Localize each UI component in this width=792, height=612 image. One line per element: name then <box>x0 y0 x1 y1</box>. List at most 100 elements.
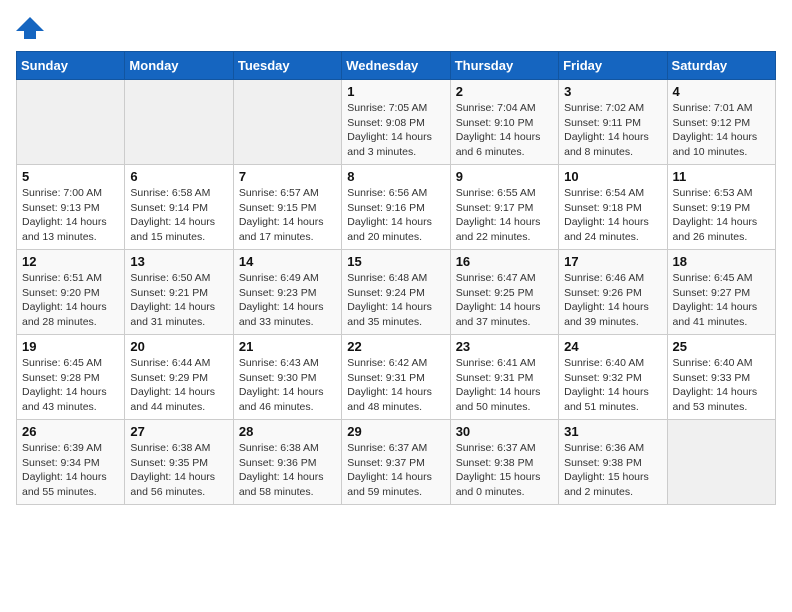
day-number: 23 <box>456 339 553 354</box>
day-info: Sunrise: 6:37 AMSunset: 9:38 PMDaylight:… <box>456 441 553 500</box>
weekday-monday: Monday <box>125 52 233 80</box>
calendar-cell: 7 Sunrise: 6:57 AMSunset: 9:15 PMDayligh… <box>233 165 341 250</box>
calendar-cell: 15 Sunrise: 6:48 AMSunset: 9:24 PMDaylig… <box>342 250 450 335</box>
day-info: Sunrise: 6:43 AMSunset: 9:30 PMDaylight:… <box>239 356 336 415</box>
day-number: 7 <box>239 169 336 184</box>
weekday-thursday: Thursday <box>450 52 558 80</box>
calendar-table: SundayMondayTuesdayWednesdayThursdayFrid… <box>16 51 776 505</box>
day-number: 11 <box>673 169 770 184</box>
day-info: Sunrise: 6:39 AMSunset: 9:34 PMDaylight:… <box>22 441 119 500</box>
day-number: 26 <box>22 424 119 439</box>
day-number: 9 <box>456 169 553 184</box>
calendar-cell: 11 Sunrise: 6:53 AMSunset: 9:19 PMDaylig… <box>667 165 775 250</box>
day-info: Sunrise: 7:05 AMSunset: 9:08 PMDaylight:… <box>347 101 444 160</box>
calendar-cell <box>667 420 775 505</box>
calendar-cell: 8 Sunrise: 6:56 AMSunset: 9:16 PMDayligh… <box>342 165 450 250</box>
day-number: 19 <box>22 339 119 354</box>
day-info: Sunrise: 6:45 AMSunset: 9:27 PMDaylight:… <box>673 271 770 330</box>
day-number: 1 <box>347 84 444 99</box>
calendar-cell: 17 Sunrise: 6:46 AMSunset: 9:26 PMDaylig… <box>559 250 667 335</box>
day-number: 29 <box>347 424 444 439</box>
weekday-wednesday: Wednesday <box>342 52 450 80</box>
weekday-friday: Friday <box>559 52 667 80</box>
day-info: Sunrise: 6:54 AMSunset: 9:18 PMDaylight:… <box>564 186 661 245</box>
day-number: 18 <box>673 254 770 269</box>
calendar-body: 1 Sunrise: 7:05 AMSunset: 9:08 PMDayligh… <box>17 80 776 505</box>
day-number: 15 <box>347 254 444 269</box>
day-number: 10 <box>564 169 661 184</box>
calendar-cell: 9 Sunrise: 6:55 AMSunset: 9:17 PMDayligh… <box>450 165 558 250</box>
day-info: Sunrise: 6:40 AMSunset: 9:33 PMDaylight:… <box>673 356 770 415</box>
day-info: Sunrise: 7:00 AMSunset: 9:13 PMDaylight:… <box>22 186 119 245</box>
calendar-cell: 6 Sunrise: 6:58 AMSunset: 9:14 PMDayligh… <box>125 165 233 250</box>
day-number: 3 <box>564 84 661 99</box>
calendar-cell: 18 Sunrise: 6:45 AMSunset: 9:27 PMDaylig… <box>667 250 775 335</box>
day-info: Sunrise: 6:55 AMSunset: 9:17 PMDaylight:… <box>456 186 553 245</box>
calendar-cell: 1 Sunrise: 7:05 AMSunset: 9:08 PMDayligh… <box>342 80 450 165</box>
calendar-cell: 21 Sunrise: 6:43 AMSunset: 9:30 PMDaylig… <box>233 335 341 420</box>
calendar-cell: 12 Sunrise: 6:51 AMSunset: 9:20 PMDaylig… <box>17 250 125 335</box>
logo <box>16 16 48 39</box>
day-info: Sunrise: 6:40 AMSunset: 9:32 PMDaylight:… <box>564 356 661 415</box>
day-info: Sunrise: 7:04 AMSunset: 9:10 PMDaylight:… <box>456 101 553 160</box>
day-number: 21 <box>239 339 336 354</box>
day-info: Sunrise: 7:01 AMSunset: 9:12 PMDaylight:… <box>673 101 770 160</box>
calendar-cell: 23 Sunrise: 6:41 AMSunset: 9:31 PMDaylig… <box>450 335 558 420</box>
calendar-cell: 24 Sunrise: 6:40 AMSunset: 9:32 PMDaylig… <box>559 335 667 420</box>
day-number: 24 <box>564 339 661 354</box>
calendar-cell: 28 Sunrise: 6:38 AMSunset: 9:36 PMDaylig… <box>233 420 341 505</box>
day-info: Sunrise: 6:56 AMSunset: 9:16 PMDaylight:… <box>347 186 444 245</box>
calendar-cell: 14 Sunrise: 6:49 AMSunset: 9:23 PMDaylig… <box>233 250 341 335</box>
day-number: 2 <box>456 84 553 99</box>
logo-icon <box>16 17 44 39</box>
calendar-cell <box>17 80 125 165</box>
day-number: 25 <box>673 339 770 354</box>
day-info: Sunrise: 6:37 AMSunset: 9:37 PMDaylight:… <box>347 441 444 500</box>
calendar-cell: 2 Sunrise: 7:04 AMSunset: 9:10 PMDayligh… <box>450 80 558 165</box>
day-info: Sunrise: 6:47 AMSunset: 9:25 PMDaylight:… <box>456 271 553 330</box>
day-number: 17 <box>564 254 661 269</box>
day-number: 12 <box>22 254 119 269</box>
week-row-5: 26 Sunrise: 6:39 AMSunset: 9:34 PMDaylig… <box>17 420 776 505</box>
day-number: 13 <box>130 254 227 269</box>
day-number: 31 <box>564 424 661 439</box>
day-number: 4 <box>673 84 770 99</box>
calendar-cell: 19 Sunrise: 6:45 AMSunset: 9:28 PMDaylig… <box>17 335 125 420</box>
calendar-cell: 3 Sunrise: 7:02 AMSunset: 9:11 PMDayligh… <box>559 80 667 165</box>
day-info: Sunrise: 6:45 AMSunset: 9:28 PMDaylight:… <box>22 356 119 415</box>
day-info: Sunrise: 6:42 AMSunset: 9:31 PMDaylight:… <box>347 356 444 415</box>
calendar-cell: 29 Sunrise: 6:37 AMSunset: 9:37 PMDaylig… <box>342 420 450 505</box>
day-info: Sunrise: 6:49 AMSunset: 9:23 PMDaylight:… <box>239 271 336 330</box>
day-info: Sunrise: 6:41 AMSunset: 9:31 PMDaylight:… <box>456 356 553 415</box>
day-info: Sunrise: 6:38 AMSunset: 9:36 PMDaylight:… <box>239 441 336 500</box>
week-row-2: 5 Sunrise: 7:00 AMSunset: 9:13 PMDayligh… <box>17 165 776 250</box>
calendar-cell: 22 Sunrise: 6:42 AMSunset: 9:31 PMDaylig… <box>342 335 450 420</box>
calendar-cell <box>125 80 233 165</box>
day-number: 14 <box>239 254 336 269</box>
calendar-cell: 26 Sunrise: 6:39 AMSunset: 9:34 PMDaylig… <box>17 420 125 505</box>
week-row-4: 19 Sunrise: 6:45 AMSunset: 9:28 PMDaylig… <box>17 335 776 420</box>
calendar-cell: 31 Sunrise: 6:36 AMSunset: 9:38 PMDaylig… <box>559 420 667 505</box>
calendar-cell: 13 Sunrise: 6:50 AMSunset: 9:21 PMDaylig… <box>125 250 233 335</box>
calendar-cell: 25 Sunrise: 6:40 AMSunset: 9:33 PMDaylig… <box>667 335 775 420</box>
day-info: Sunrise: 7:02 AMSunset: 9:11 PMDaylight:… <box>564 101 661 160</box>
weekday-sunday: Sunday <box>17 52 125 80</box>
week-row-1: 1 Sunrise: 7:05 AMSunset: 9:08 PMDayligh… <box>17 80 776 165</box>
calendar-cell: 30 Sunrise: 6:37 AMSunset: 9:38 PMDaylig… <box>450 420 558 505</box>
day-number: 30 <box>456 424 553 439</box>
day-number: 5 <box>22 169 119 184</box>
day-number: 27 <box>130 424 227 439</box>
calendar-cell: 27 Sunrise: 6:38 AMSunset: 9:35 PMDaylig… <box>125 420 233 505</box>
weekday-tuesday: Tuesday <box>233 52 341 80</box>
day-number: 28 <box>239 424 336 439</box>
page-header <box>16 16 776 39</box>
calendar-cell <box>233 80 341 165</box>
week-row-3: 12 Sunrise: 6:51 AMSunset: 9:20 PMDaylig… <box>17 250 776 335</box>
day-info: Sunrise: 6:53 AMSunset: 9:19 PMDaylight:… <box>673 186 770 245</box>
day-info: Sunrise: 6:36 AMSunset: 9:38 PMDaylight:… <box>564 441 661 500</box>
day-info: Sunrise: 6:50 AMSunset: 9:21 PMDaylight:… <box>130 271 227 330</box>
weekday-saturday: Saturday <box>667 52 775 80</box>
calendar-cell: 10 Sunrise: 6:54 AMSunset: 9:18 PMDaylig… <box>559 165 667 250</box>
day-number: 6 <box>130 169 227 184</box>
day-info: Sunrise: 6:48 AMSunset: 9:24 PMDaylight:… <box>347 271 444 330</box>
